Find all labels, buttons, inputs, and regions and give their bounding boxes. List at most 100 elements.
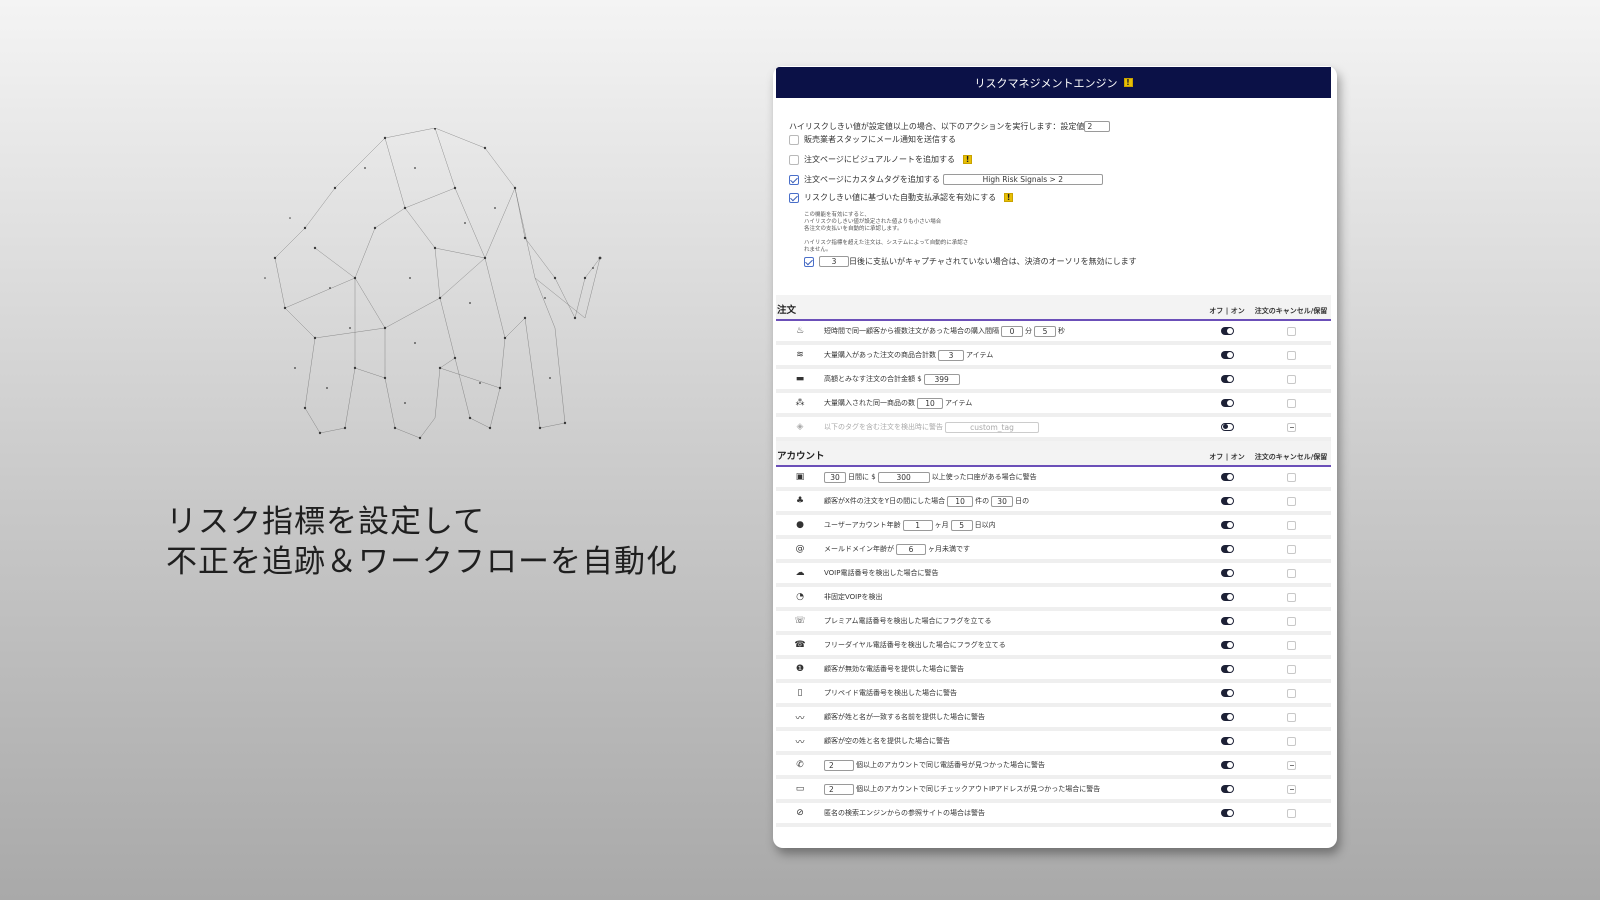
rule-toggle[interactable] (1220, 641, 1234, 649)
rule-toggle[interactable] (1220, 593, 1234, 601)
info-icon[interactable]: ! (1004, 193, 1014, 202)
cancel-hold-checkbox[interactable] (1286, 326, 1296, 336)
months-input[interactable]: 6 (896, 543, 926, 555)
cancel-hold-checkbox[interactable] (1286, 350, 1296, 360)
tag-input[interactable]: custom_tag (945, 421, 1039, 433)
days-input[interactable]: 30 (824, 471, 846, 483)
amount-input[interactable]: 399 (923, 373, 960, 385)
rule-toggle[interactable] (1220, 785, 1234, 793)
account-rule-row: 〰 顧客が空の姓と名を提供した場合に警告 (776, 731, 1331, 755)
account-count-input[interactable]: 2 (824, 759, 854, 771)
info-icon[interactable]: ! (963, 155, 973, 164)
risk-management-panel: リスクマネジメントエンジン ! ハイリスクしきい値が設定値以上の場合、以下のアク… (773, 66, 1337, 848)
rule-toggle[interactable] (1220, 521, 1234, 529)
signature-icon: 〰 (795, 737, 805, 748)
cancel-hold-checkbox[interactable] (1286, 398, 1296, 408)
rule-label: 非固定VOIPを検出 (824, 593, 883, 601)
cancel-hold-checkbox[interactable] (1286, 374, 1296, 384)
rule-toggle[interactable] (1220, 737, 1234, 745)
spend-input[interactable]: 300 (877, 471, 930, 483)
email-label: 販売業者スタッフにメール通知を送信する (804, 135, 956, 144)
note-line: ハイリスクのしきい値が設定された値よりも小さい場合 (804, 219, 942, 225)
rule-label: メールドメイン年齢が (824, 545, 894, 553)
account-rule-row: ⊘ 匿名の検索エンジンからの参照サイトの場合は警告 (776, 803, 1331, 827)
cancel-hold-checkbox[interactable] (1286, 616, 1296, 626)
rule-label: 顧客が空の姓と名を提供した場合に警告 (824, 737, 950, 745)
rule-toggle[interactable] (1220, 569, 1234, 577)
rule-label: 日の (1015, 497, 1030, 505)
rule-label: 大量購入があった注文の商品合計数 (824, 351, 936, 359)
rule-label: 高額とみなす注文の合計金額 $ (824, 375, 922, 383)
exclamation-icon: ❶ (795, 664, 805, 674)
orders-section-header: 注文 オフ | オン 注文のキャンセル/保留 (776, 295, 1331, 321)
user-icon: ● (796, 520, 804, 530)
rule-toggle[interactable] (1220, 327, 1234, 335)
rule-toggle[interactable] (1220, 761, 1234, 769)
cancel-hold-checkbox[interactable] (1286, 664, 1296, 674)
void-auth-checkbox[interactable] (804, 256, 814, 267)
rule-toggle[interactable] (1220, 665, 1234, 673)
cancel-hold-checkbox[interactable] (1286, 808, 1296, 818)
auto-approve-checkbox[interactable] (789, 192, 799, 203)
rule-unit: 秒 (1058, 327, 1065, 335)
cancel-hold-checkbox[interactable] (1286, 784, 1296, 794)
cancel-hold-checkbox[interactable] (1286, 592, 1296, 602)
order-count-input[interactable]: 10 (947, 495, 974, 507)
rule-toggle[interactable] (1220, 473, 1234, 481)
headline-line-1: リスク指標を設定して (166, 504, 486, 540)
account-rule-row: ▯ プリペイド電話番号を検出した場合に警告 (776, 683, 1331, 707)
rule-toggle[interactable] (1220, 689, 1234, 697)
visual-note-label: 注文ページにビジュアルノートを追加する (804, 155, 956, 164)
minutes-input[interactable]: 0 (1001, 325, 1023, 337)
cancel-hold-checkbox[interactable] (1286, 422, 1296, 432)
custom-tag-checkbox[interactable] (789, 174, 799, 185)
void-days-input[interactable]: 3 (819, 256, 849, 267)
rule-toggle[interactable] (1220, 545, 1234, 553)
cancel-hold-checkbox[interactable] (1286, 544, 1296, 554)
rule-toggle[interactable] (1220, 423, 1234, 431)
rule-toggle[interactable] (1220, 399, 1234, 407)
rule-label: ユーザーアカウント年齢 (824, 521, 901, 529)
info-icon[interactable]: ! (1123, 78, 1133, 87)
cancel-hold-checkbox[interactable] (1286, 712, 1296, 722)
item-count-input[interactable]: 3 (938, 349, 964, 361)
rule-label: プレミアム電話番号を検出した場合にフラグを立てる (824, 617, 992, 625)
account-rule-row: ◔ 非固定VOIPを検出 (776, 587, 1331, 611)
cancel-hold-checkbox[interactable] (1286, 688, 1296, 698)
order-rule-row: ≋ 大量購入があった注文の商品合計数 3 アイテム (776, 345, 1331, 369)
action-email: 販売業者スタッフにメール通知を送信する (789, 133, 1321, 146)
cancel-hold-checkbox[interactable] (1286, 568, 1296, 578)
email-checkbox[interactable] (789, 134, 799, 145)
rule-label: ヶ月未満です (928, 545, 970, 553)
months-input[interactable]: 1 (902, 519, 933, 531)
cancel-hold-checkbox[interactable] (1286, 736, 1296, 746)
cancel-hold-checkbox[interactable] (1286, 496, 1296, 506)
rule-toggle[interactable] (1220, 617, 1234, 625)
rule-toggle[interactable] (1220, 351, 1234, 359)
threshold-input[interactable]: 2 (1084, 121, 1111, 132)
rule-label: 以上使った口座がある場合に警告 (931, 473, 1037, 481)
tag-icon: ◈ (796, 422, 804, 432)
account-section-title: アカウント (777, 451, 825, 462)
same-item-input[interactable]: 10 (917, 397, 943, 409)
cancel-hold-checkbox[interactable] (1286, 472, 1296, 482)
custom-tag-input[interactable]: High Risk Signals > 2 (942, 174, 1103, 185)
network-icon: ♣ (795, 496, 805, 506)
rule-label: ヶ月 (934, 521, 949, 529)
days-input[interactable]: 30 (991, 495, 1014, 507)
rule-toggle[interactable] (1220, 497, 1234, 505)
column-headers: オフ | オン 注文のキャンセル/保留 (1203, 306, 1331, 316)
days-input[interactable]: 5 (950, 519, 973, 531)
account-count-input[interactable]: 2 (824, 783, 854, 795)
cancel-hold-checkbox[interactable] (1286, 640, 1296, 650)
rule-toggle[interactable] (1220, 375, 1234, 383)
rule-toggle[interactable] (1220, 809, 1234, 817)
laptop-icon: ▭ (795, 784, 805, 794)
seconds-input[interactable]: 5 (1034, 325, 1056, 337)
note-line: 各注文の支払いを自動的に承認します。 (804, 226, 903, 232)
rule-toggle[interactable] (1220, 713, 1234, 721)
visual-note-checkbox[interactable] (789, 154, 799, 165)
cancel-hold-checkbox[interactable] (1286, 520, 1296, 530)
phone-volume-icon: ☎ (794, 640, 806, 650)
cancel-hold-checkbox[interactable] (1286, 760, 1296, 770)
